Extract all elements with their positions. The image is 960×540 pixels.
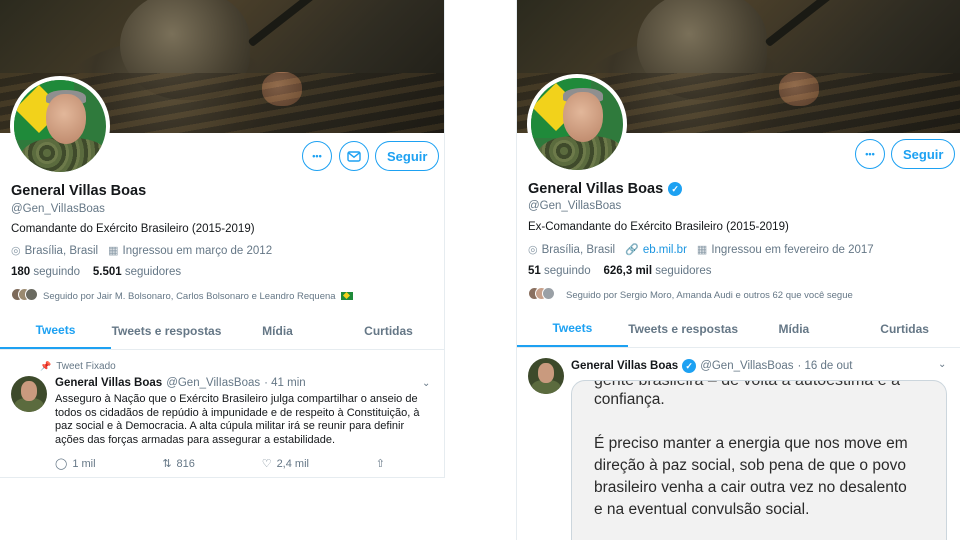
heart-icon: ♡ — [261, 458, 272, 470]
pin-icon: 📌 — [40, 361, 52, 371]
quote-line: confiança. — [594, 391, 665, 408]
share-icon: ⇧ — [375, 458, 385, 470]
location-icon: ◎ — [528, 244, 538, 256]
tab-tweets[interactable]: Tweets — [0, 312, 111, 349]
tweet-author-handle[interactable]: @Gen_VilIasBoas — [166, 377, 260, 389]
profile-name: General Villas Boas — [11, 183, 147, 199]
tweet-text: Asseguro à Nação que o Exército Brasilei… — [55, 393, 420, 446]
chevron-down-icon[interactable]: ⌄ — [422, 378, 430, 389]
profile-handle: @Gen_VillasBoas — [528, 200, 622, 212]
tweet-header: General Villas Boas ✓ @Gen_VillasBoas · … — [571, 359, 852, 373]
verified-icon: ✓ — [682, 359, 697, 373]
profile-link[interactable]: eb.mil.br — [643, 244, 687, 256]
tab-likes[interactable]: Curtidas — [333, 312, 444, 349]
chevron-down-icon[interactable]: ⌄ — [938, 359, 946, 370]
tweet-actions: ◯ 1 mil ⇅ 816 ♡ 2,4 mil ⇧ — [55, 457, 385, 471]
profile-panel-right: ••• Seguir General Villas Boas ✓ @Gen_Vi… — [516, 0, 960, 540]
mail-icon — [347, 150, 361, 162]
follow-button[interactable]: Seguir — [891, 139, 956, 169]
follower-avatars — [11, 288, 38, 304]
reply-icon: ◯ — [55, 458, 68, 470]
location-icon: ◎ — [11, 245, 21, 257]
profile-avatar[interactable] — [527, 74, 627, 174]
message-button[interactable] — [339, 141, 369, 171]
profile-handle: @Gen_VilIasBoas — [11, 203, 105, 215]
tab-media[interactable]: Mídia — [739, 310, 850, 347]
quote-line: e na eventual convulsão social. — [594, 501, 810, 518]
tweet-avatar[interactable] — [11, 376, 47, 412]
quote-line: É preciso manter a energia que nos move … — [594, 435, 908, 452]
tab-tweets-replies[interactable]: Tweets e respostas — [111, 312, 222, 349]
followed-by[interactable]: Seguido por Jair M. Bolsonaro, Carlos Bo… — [11, 288, 353, 304]
tweet-author-name[interactable]: General Villas Boas — [55, 377, 162, 389]
link-icon: 🔗 — [625, 244, 639, 256]
more-options-button[interactable]: ••• — [302, 141, 332, 171]
reply-button[interactable]: ◯ 1 mil — [55, 457, 96, 471]
profile-avatar[interactable] — [10, 76, 110, 176]
tweet-time[interactable]: · 16 de out — [797, 360, 852, 372]
retweet-icon: ⇅ — [162, 458, 172, 470]
retweet-button[interactable]: ⇅ 816 — [162, 457, 195, 471]
quote-line: brasileiro venha a cair outra vez no des… — [594, 479, 907, 496]
pinned-label: 📌 Tweet Fixado — [40, 361, 116, 372]
tweet-author-handle[interactable]: @Gen_VillasBoas — [700, 360, 793, 372]
profile-panel-left: ••• Seguir General Villas Boas @Gen_VilI… — [0, 0, 445, 478]
tweet-image[interactable]: gente brasileira – de volta à autoestima… — [571, 380, 947, 540]
like-button[interactable]: ♡ 2,4 mil — [261, 457, 309, 471]
more-options-button[interactable]: ••• — [855, 139, 885, 169]
profile-bio: Ex-Comandante do Exército Brasileiro (20… — [528, 221, 789, 233]
tab-media[interactable]: Mídia — [222, 312, 333, 349]
tab-tweets-replies[interactable]: Tweets e respostas — [628, 310, 739, 347]
profile-location: Brasília, Brasil — [24, 244, 99, 257]
tweet-header: General Villas Boas @Gen_VilIasBoas · 41… — [55, 377, 306, 389]
followed-by[interactable]: Seguido por Sergio Moro, Amanda Audi e o… — [528, 287, 853, 303]
profile-name: General Villas Boas ✓ — [528, 181, 683, 197]
tab-tweets[interactable]: Tweets — [517, 310, 628, 347]
tweet-time[interactable]: · 41 min — [264, 377, 306, 389]
profile-meta: ◎ Brasília, Brasil ▦ Ingressou em março … — [11, 244, 273, 258]
calendar-icon: ▦ — [696, 244, 708, 256]
profile-counts[interactable]: 51 seguindo 626,3 mil seguidores — [528, 265, 712, 277]
profile-bio: Comandante do Exército Brasileiro (2015-… — [11, 223, 255, 235]
tweet-author-name[interactable]: General Villas Boas — [571, 360, 678, 372]
profile-joined: Ingressou em fevereiro de 2017 — [711, 243, 874, 256]
profile-joined: Ingressou em março de 2012 — [122, 244, 273, 257]
share-button[interactable]: ⇧ — [376, 457, 385, 470]
verified-icon: ✓ — [668, 182, 683, 196]
calendar-icon: ▦ — [108, 245, 119, 257]
tweet-avatar[interactable] — [528, 358, 564, 394]
profile-location: Brasília, Brasil — [541, 243, 616, 256]
follow-button[interactable]: Seguir — [375, 141, 440, 171]
profile-meta: ◎ Brasília, Brasil 🔗 eb.mil.br ▦ Ingress… — [528, 243, 874, 257]
profile-tabs: Tweets Tweets e respostas Mídia Curtidas — [0, 312, 444, 350]
quote-line: direção à paz social, sob pena de que o … — [594, 457, 906, 474]
brazil-flag-icon — [340, 292, 353, 300]
profile-counts[interactable]: 180 seguindo 5.501 seguidores — [11, 266, 181, 278]
profile-tabs: Tweets Tweets e respostas Mídia Curtidas — [517, 310, 960, 348]
follower-avatars — [528, 287, 555, 303]
tab-likes[interactable]: Curtidas — [849, 310, 960, 347]
